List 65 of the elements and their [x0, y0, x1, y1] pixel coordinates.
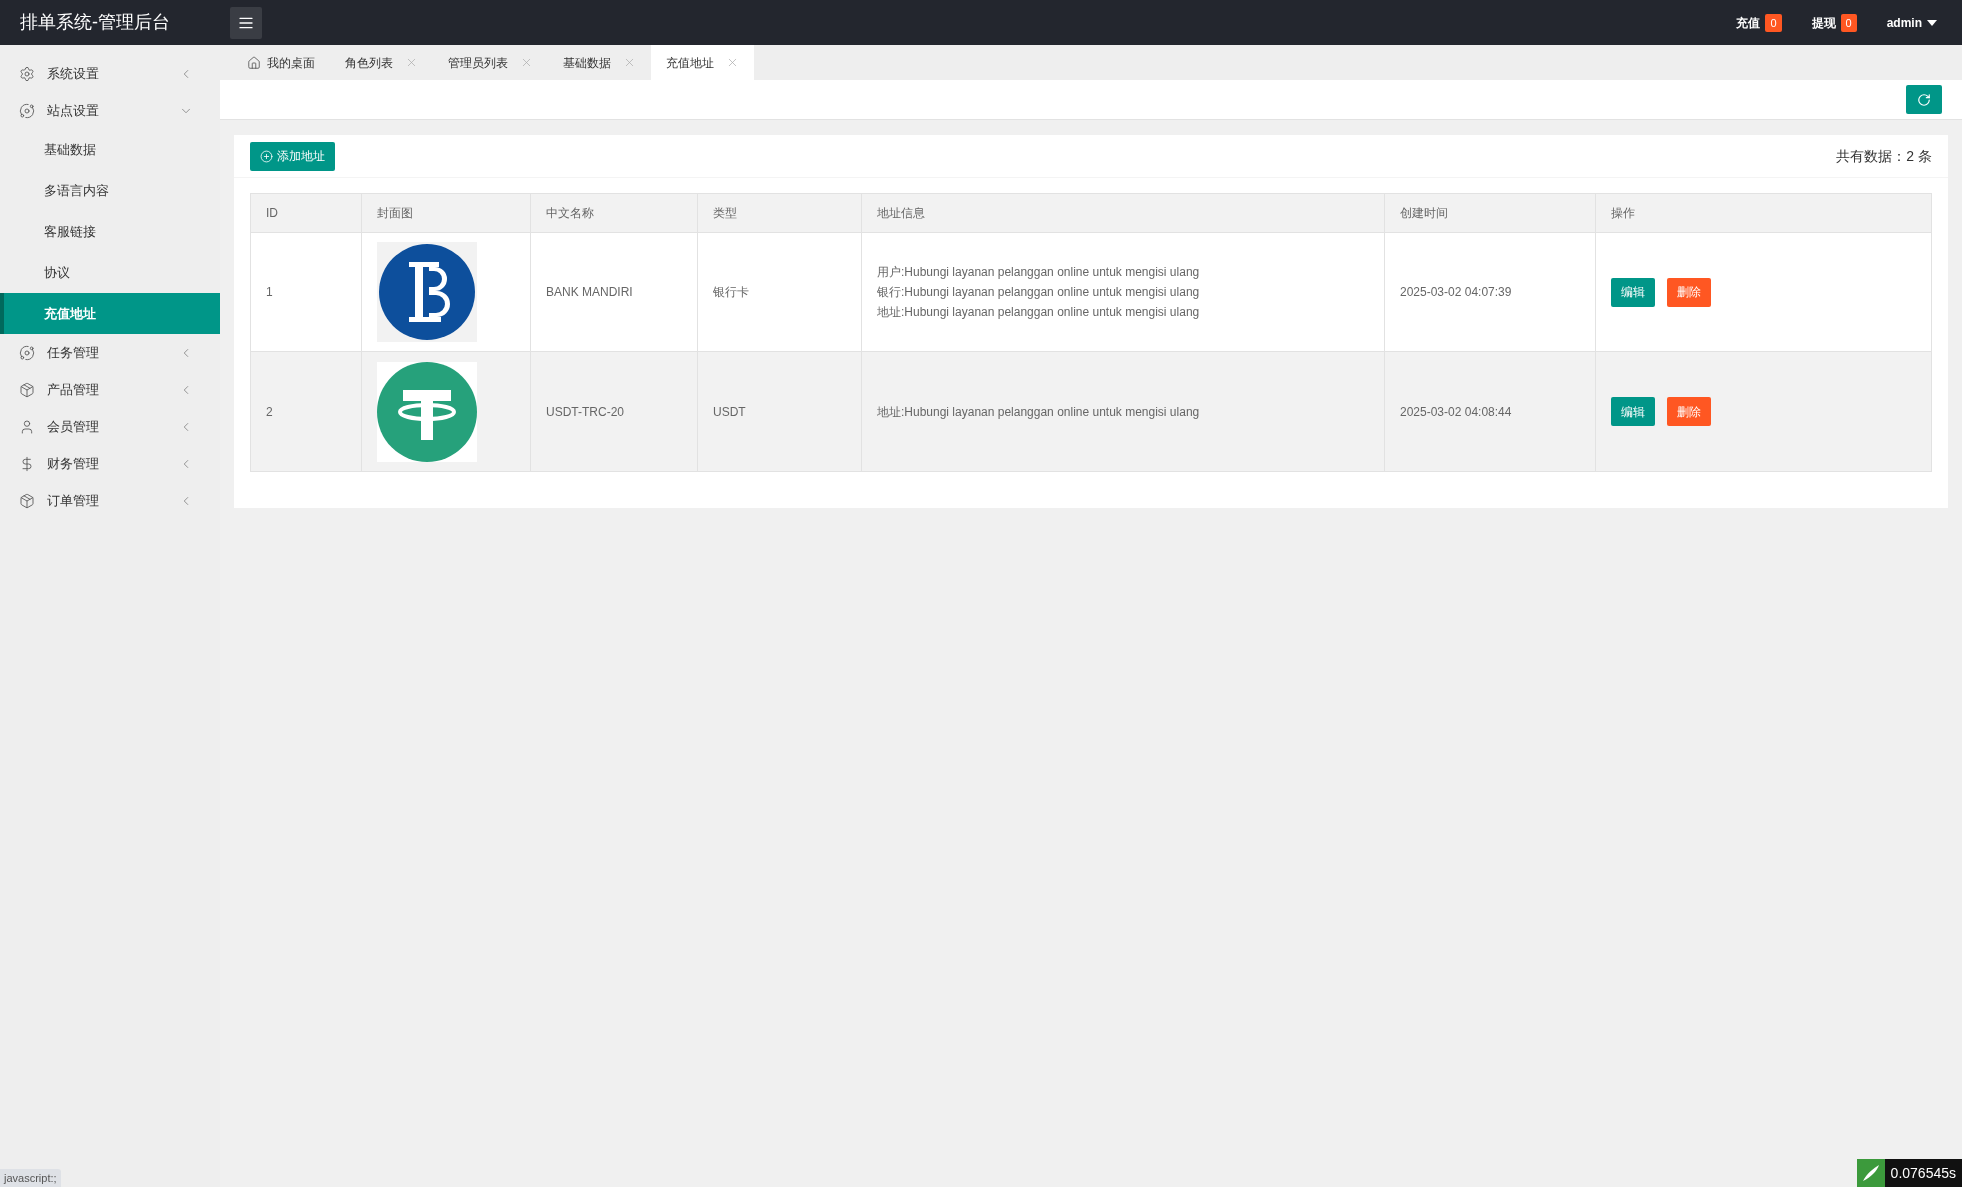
orbit-icon	[19, 102, 35, 119]
header-link[interactable]: 提现	[1811, 13, 1836, 32]
table-cell: 2025-03-02 04:08:44	[1385, 352, 1596, 471]
orbit-icon	[19, 344, 35, 361]
table-cell: 1	[251, 233, 362, 351]
tab[interactable]: 角色列表	[330, 45, 433, 80]
sidebar-subitem[interactable]: 基础数据	[0, 129, 220, 170]
header-link[interactable]: 充值	[1736, 13, 1761, 32]
close-icon[interactable]	[623, 56, 636, 69]
refresh-icon	[1917, 92, 1931, 107]
plus-icon	[260, 149, 273, 163]
dollar-icon	[19, 455, 35, 472]
sidebar-item[interactable]: 订单管理	[0, 482, 220, 519]
add-address-button[interactable]: 添加地址	[250, 141, 335, 171]
debug-time-badge: 0.076545s	[1884, 1159, 1962, 1187]
sidebar-item[interactable]: 系统设置	[0, 55, 220, 92]
edit-button[interactable]: 编辑	[1611, 397, 1655, 426]
column-header: 中文名称	[531, 194, 698, 232]
column-header: ID	[251, 194, 362, 232]
total-count: 共有数据：2 条	[1836, 146, 1932, 166]
menu-toggle-button[interactable]	[230, 6, 262, 39]
column-header: 操作	[1610, 205, 1636, 222]
tab[interactable]: 管理员列表	[433, 45, 548, 80]
refresh-button[interactable]	[1906, 85, 1942, 114]
address-line: 地址:Hubungi layanan pelanggan online untuk mengisi ulang	[877, 304, 1201, 321]
count-badge: 0	[1765, 13, 1782, 32]
table-cell: USDT	[698, 352, 862, 471]
sidebar-item[interactable]: 站点设置	[0, 92, 220, 129]
tab[interactable]: 充值地址	[651, 45, 754, 80]
tab[interactable]: 基础数据	[548, 45, 651, 80]
address-line: 用户:Hubungi layanan pelanggan online untuk mengisi ulang	[877, 264, 1201, 281]
sidebar-item[interactable]: 产品管理	[0, 371, 220, 408]
close-icon[interactable]	[726, 56, 739, 69]
edit-button[interactable]: 编辑	[1611, 277, 1655, 307]
user-menu[interactable]: admin	[1886, 13, 1937, 32]
sidebar-item[interactable]: 任务管理	[0, 334, 220, 371]
close-icon[interactable]	[405, 56, 418, 69]
table-cell: 银行卡	[698, 233, 862, 351]
column-header: 创建时间	[1385, 194, 1596, 232]
settings-icon	[19, 65, 35, 82]
sidebar-item[interactable]: 会员管理	[0, 408, 220, 445]
box-icon	[19, 492, 35, 509]
column-header: 类型	[698, 194, 862, 232]
address-line: 银行:Hubungi layanan pelanggan online untuk mengisi ulang	[877, 284, 1201, 301]
home-icon	[247, 55, 261, 70]
table-cell: 2025-03-02 04:07:39	[1385, 233, 1596, 351]
table-cell: BANK MANDIRI	[531, 233, 698, 351]
table-cell: 2	[251, 352, 362, 471]
user-icon	[19, 418, 35, 435]
sidebar-subitem[interactable]: 多语言内容	[0, 170, 220, 211]
sidebar-item[interactable]: 财务管理	[0, 445, 220, 482]
sidebar-subitem[interactable]: 协议	[0, 252, 220, 293]
sidebar-subitem[interactable]: 充值地址	[0, 293, 220, 334]
leaf-logo-icon	[1856, 1159, 1885, 1187]
app-title: 排单系统-管理后台	[19, 11, 171, 34]
table-cell: USDT-TRC-20	[531, 352, 698, 471]
box-icon	[19, 381, 35, 398]
sidebar-subitem[interactable]: 客服链接	[0, 211, 220, 252]
count-badge: 0	[1840, 13, 1857, 32]
column-header: 封面图	[362, 194, 531, 232]
tab[interactable]: 我的桌面	[232, 45, 330, 80]
address-line: 地址:Hubungi layanan pelanggan online untuk mengisi ulang	[877, 403, 1201, 421]
close-icon[interactable]	[520, 56, 533, 69]
column-header: 地址信息	[862, 194, 1385, 232]
caret-icon	[1927, 19, 1937, 26]
